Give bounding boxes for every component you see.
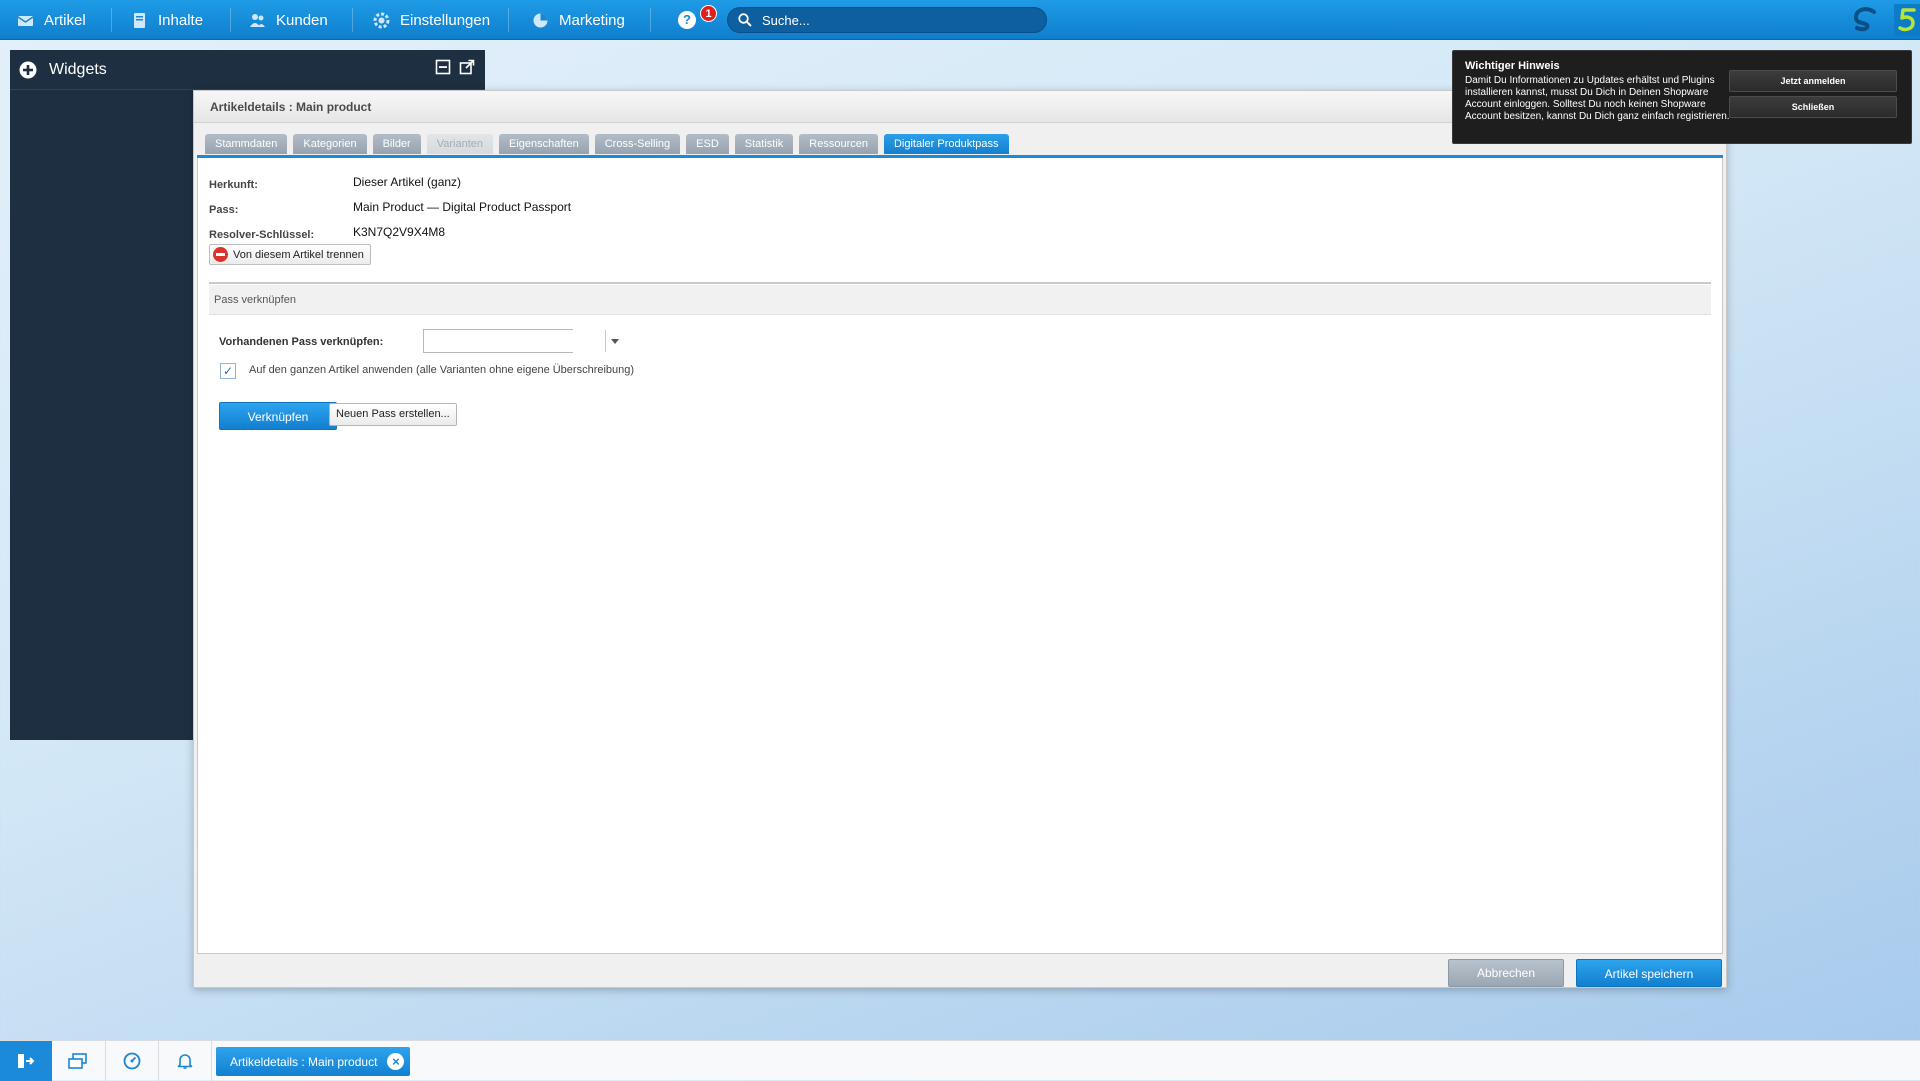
top-navigation: Artikel Inhalte Kunden Einstellungen Mar… [0, 0, 1920, 40]
tab-kategorien[interactable]: Kategorien [293, 134, 367, 154]
taskbar-item-article-details[interactable]: Artikeldetails : Main product × [216, 1047, 411, 1076]
notice-title: Wichtiger Hinweis [1465, 60, 1560, 72]
nav-item-einstellungen[interactable]: Einstellungen [373, 0, 490, 40]
tab-eigenschaften[interactable]: Eigenschaften [499, 134, 589, 154]
chevron-down-icon[interactable] [605, 330, 619, 352]
widgets-toolbar [435, 59, 475, 75]
search-input[interactable] [760, 11, 1040, 29]
logout-icon [18, 1054, 35, 1068]
nav-item-marketing[interactable]: Marketing [532, 0, 625, 40]
nav-item-kunden[interactable]: Kunden [249, 0, 328, 40]
create-new-pass-button[interactable]: Neuen Pass erstellen... [329, 403, 457, 426]
pass-label: Pass: [209, 204, 239, 216]
add-widget-icon[interactable] [19, 61, 37, 79]
digital-product-pass-panel: Herkunft: Dieser Artikel (ganz) Pass: Ma… [197, 158, 1723, 954]
close-notice-button[interactable]: Schließen [1729, 96, 1897, 118]
unlink-button[interactable]: Von diesem Artikel trennen [209, 244, 371, 265]
section-title: Pass verknüpfen [209, 285, 1711, 315]
important-notice-popup: Wichtiger Hinweis Damit Du Informationen… [1452, 50, 1912, 144]
tab-stammdaten[interactable]: Stammdaten [205, 134, 288, 154]
origin-value: Dieser Artikel (ganz) [353, 175, 462, 189]
tab-digitaler-produktpass[interactable]: Digitaler Produktpass [883, 134, 1009, 154]
shopware-5-logo-icon[interactable] [1894, 4, 1920, 36]
tab-esd[interactable]: ESD [686, 134, 729, 154]
remove-icon [213, 247, 228, 262]
nav-item-artikel[interactable]: Artikel [17, 0, 86, 40]
origin-label: Herkunft: [209, 179, 258, 191]
nav-label-einstellungen: Einstellungen [400, 11, 491, 29]
nav-label-marketing: Marketing [559, 11, 625, 29]
shopware-logo-icon[interactable] [1852, 6, 1878, 34]
nav-label-kunden: Kunden [276, 11, 328, 29]
cancel-button[interactable]: Abbrechen [1448, 959, 1564, 987]
task-label: Artikeldetails : Main product [230, 1054, 378, 1069]
close-icon[interactable]: × [387, 1053, 405, 1070]
pass-value: Main Product — Digital Product Passport [353, 200, 572, 214]
login-now-button[interactable]: Jetzt anmelden [1729, 70, 1897, 92]
tab-bar: Stammdaten Kategorien Bilder Varianten E… [205, 134, 1009, 154]
article-icon [17, 15, 34, 26]
notifications-button[interactable] [159, 1041, 211, 1081]
nav-separator [111, 8, 112, 32]
dashboard-icon [123, 1052, 141, 1070]
nav-separator [230, 8, 231, 32]
search-bar[interactable] [727, 7, 1047, 33]
marketing-icon [533, 13, 548, 27]
popout-icon[interactable] [459, 59, 475, 75]
settings-icon [373, 12, 390, 28]
nav-separator [508, 8, 509, 32]
existing-pass-select[interactable] [423, 329, 619, 353]
apply-whole-article-label: Auf den ganzen Artikel anwenden (alle Va… [249, 364, 635, 376]
link-button[interactable]: Verknüpfen [219, 402, 337, 430]
nav-label-inhalte: Inhalte [158, 11, 204, 29]
resolver-key-label: Resolver-Schlüssel: [209, 229, 315, 241]
tab-bilder[interactable]: Bilder [372, 134, 421, 154]
tab-statistik[interactable]: Statistik [734, 134, 794, 154]
article-details-window: Artikeldetails : Main product Stammdaten… [193, 90, 1727, 988]
bell-icon [177, 1054, 193, 1069]
existing-pass-input[interactable] [424, 330, 605, 352]
customers-icon [250, 13, 265, 27]
taskbar-separator [211, 1041, 212, 1081]
tab-varianten: Varianten [426, 134, 493, 154]
save-article-button[interactable]: Artikel speichern [1576, 959, 1722, 987]
minimize-icon[interactable] [435, 59, 451, 75]
nav-separator [352, 8, 353, 32]
apply-whole-article-checkbox[interactable]: ✓ [220, 363, 236, 379]
nav-separator [650, 8, 651, 32]
content-icon [134, 12, 145, 28]
widgets-title: Widgets [49, 60, 107, 78]
nav-label-artikel: Artikel [44, 11, 86, 29]
resolver-key-value: K3N7Q2V9X4M8 [353, 225, 446, 239]
tab-ressourcen[interactable]: Ressourcen [799, 134, 878, 154]
bottom-taskbar: Artikeldetails : Main product × [0, 1040, 1920, 1081]
section-divider [209, 282, 1711, 284]
nav-item-inhalte[interactable]: Inhalte [131, 0, 203, 40]
notice-text: Damit Du Informationen zu Updates erhält… [1465, 75, 1730, 122]
existing-pass-label: Vorhandenen Pass verknüpfen: [219, 336, 384, 348]
tab-cross-selling[interactable]: Cross-Selling [594, 134, 681, 154]
dashboard-button[interactable] [106, 1041, 158, 1081]
widgets-header: Widgets [10, 50, 485, 90]
search-icon [738, 13, 752, 27]
logout-button[interactable] [0, 1041, 52, 1081]
window-manager-button[interactable] [52, 1041, 104, 1081]
unlink-button-label: Von diesem Artikel trennen [233, 248, 364, 261]
notification-badge[interactable]: 1 [700, 5, 717, 22]
windows-icon [68, 1053, 87, 1069]
help-icon[interactable]: ? [678, 11, 696, 29]
